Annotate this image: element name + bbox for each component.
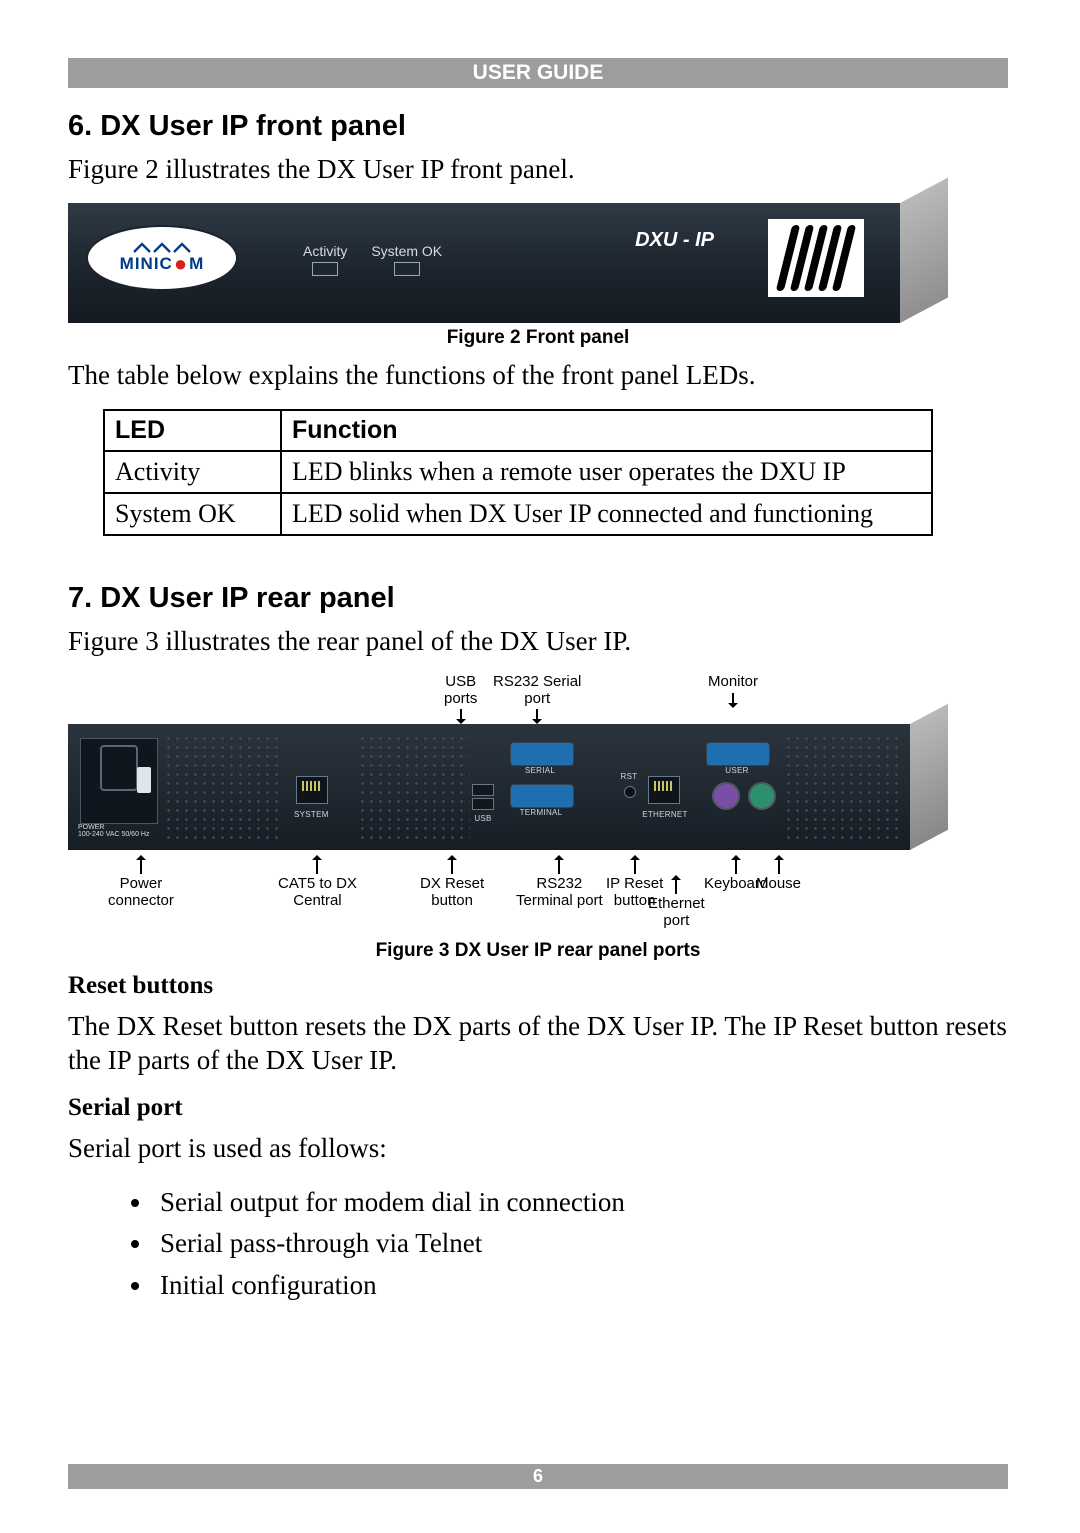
bot-label-mouse: Mouse [756, 856, 801, 893]
figure-2-caption: Figure 2 Front panel [68, 327, 1008, 349]
terminal-port-icon [510, 784, 574, 808]
rear-top-labels: USB ports RS232 Serial port Monitor [68, 674, 948, 722]
serial-port-label: SERIAL [520, 766, 560, 775]
vent-dots-icon [164, 734, 284, 840]
led-activity: Activity [303, 243, 347, 276]
ethernet-port-icon [648, 776, 680, 804]
top-label-monitor: Monitor [708, 674, 758, 707]
system-port-label: SYSTEM [294, 810, 328, 819]
bot-label-rs232t: RS232 Terminal port [516, 856, 603, 909]
cell: LED solid when DX User IP connected and … [281, 493, 932, 535]
bot-label-dxreset: DX Reset button [420, 856, 484, 909]
ethernet-port-label: ETHERNET [640, 810, 690, 819]
cell: LED blinks when a remote user operates t… [281, 451, 932, 493]
power-label: POWER 100-240 VAC 50/60 Hz [78, 824, 149, 838]
led-system-ok-label: System OK [371, 243, 442, 259]
user-port-label: USER [720, 766, 754, 775]
rear-panel-face: POWER 100-240 VAC 50/60 Hz SYSTEM USB SE… [68, 724, 910, 850]
panel-3d-edge [910, 704, 948, 850]
led-indicator-icon [394, 262, 420, 276]
reset-buttons-heading: Reset buttons [68, 972, 1008, 1000]
front-panel-leds: Activity System OK [303, 243, 442, 276]
usb-port-icon [472, 798, 494, 810]
figure-3-caption: Figure 3 DX User IP rear panel ports [68, 940, 1008, 962]
vent-dots-icon [358, 734, 470, 840]
mouse-port-icon [748, 782, 776, 810]
led-th-function: Function [281, 410, 932, 451]
serial-port-icon [510, 742, 574, 766]
led-indicator-icon [312, 262, 338, 276]
top-label-usb: USB ports [444, 674, 477, 723]
logo-text: MINIC●M [120, 254, 205, 274]
serial-port-bullets: Serial output for modem dial in connecti… [128, 1182, 1008, 1308]
footer-page-number: 6 [68, 1464, 1008, 1489]
rear-panel-device: POWER 100-240 VAC 50/60 Hz SYSTEM USB SE… [68, 724, 948, 850]
logo-oval: MINIC●M [86, 225, 238, 291]
top-label-serial: RS232 Serial port [493, 674, 581, 723]
section-6-heading: 6. DX User IP front panel [68, 110, 1008, 143]
usb-port-label: USB [468, 814, 498, 823]
front-panel-figure: MINIC●M Activity System OK DXU - IP [68, 203, 948, 323]
serial-port-intro: Serial port is used as follows: [68, 1132, 1008, 1166]
bot-label-cat5: CAT5 to DX Central [278, 856, 357, 909]
terminal-port-label: TERMINAL [515, 808, 567, 817]
section-7-heading: 7. DX User IP rear panel [68, 582, 1008, 615]
front-panel-face: MINIC●M Activity System OK DXU - IP [68, 203, 900, 323]
panel-3d-edge [900, 177, 948, 323]
section-6-intro: Figure 2 illustrates the DX User IP fron… [68, 153, 1008, 187]
monitor-port-icon [706, 742, 770, 766]
vent-dots-icon [784, 734, 898, 840]
serial-port-heading: Serial port [68, 1094, 1008, 1122]
reset-buttons-body: The DX Reset button resets the DX parts … [68, 1010, 1008, 1078]
bot-label-power: Power connector [108, 856, 174, 909]
table-row: System OK LED solid when DX User IP conn… [104, 493, 932, 535]
list-item: Serial output for modem dial in connecti… [154, 1182, 1008, 1224]
rear-panel-figure: USB ports RS232 Serial port Monitor POWE… [68, 674, 948, 936]
usb-port-icon [472, 784, 494, 796]
header-bar: USER GUIDE [68, 58, 1008, 88]
section-7-intro: Figure 3 illustrates the rear panel of t… [68, 625, 1008, 659]
bot-label-ethernet: Ethernet port [648, 876, 705, 929]
model-label: DXU - IP [635, 229, 714, 252]
led-table: LED Function Activity LED blinks when a … [103, 409, 933, 536]
list-item: Initial configuration [154, 1265, 1008, 1307]
rst-label: RST [619, 772, 639, 781]
cat5-port-icon [296, 776, 328, 804]
rear-bottom-labels: Power connector CAT5 to DX Central DX Re… [68, 856, 948, 936]
cell: System OK [104, 493, 281, 535]
power-socket-icon [80, 738, 158, 824]
ip-reset-button-icon [624, 786, 636, 798]
led-activity-label: Activity [303, 243, 347, 259]
led-system-ok: System OK [371, 243, 442, 276]
keyboard-port-icon [712, 782, 740, 810]
vent-icon [768, 219, 864, 297]
table-row: Activity LED blinks when a remote user o… [104, 451, 932, 493]
section-6-after-figure: The table below explains the functions o… [68, 359, 1008, 393]
led-th-led: LED [104, 410, 281, 451]
cell: Activity [104, 451, 281, 493]
list-item: Serial pass-through via Telnet [154, 1223, 1008, 1265]
